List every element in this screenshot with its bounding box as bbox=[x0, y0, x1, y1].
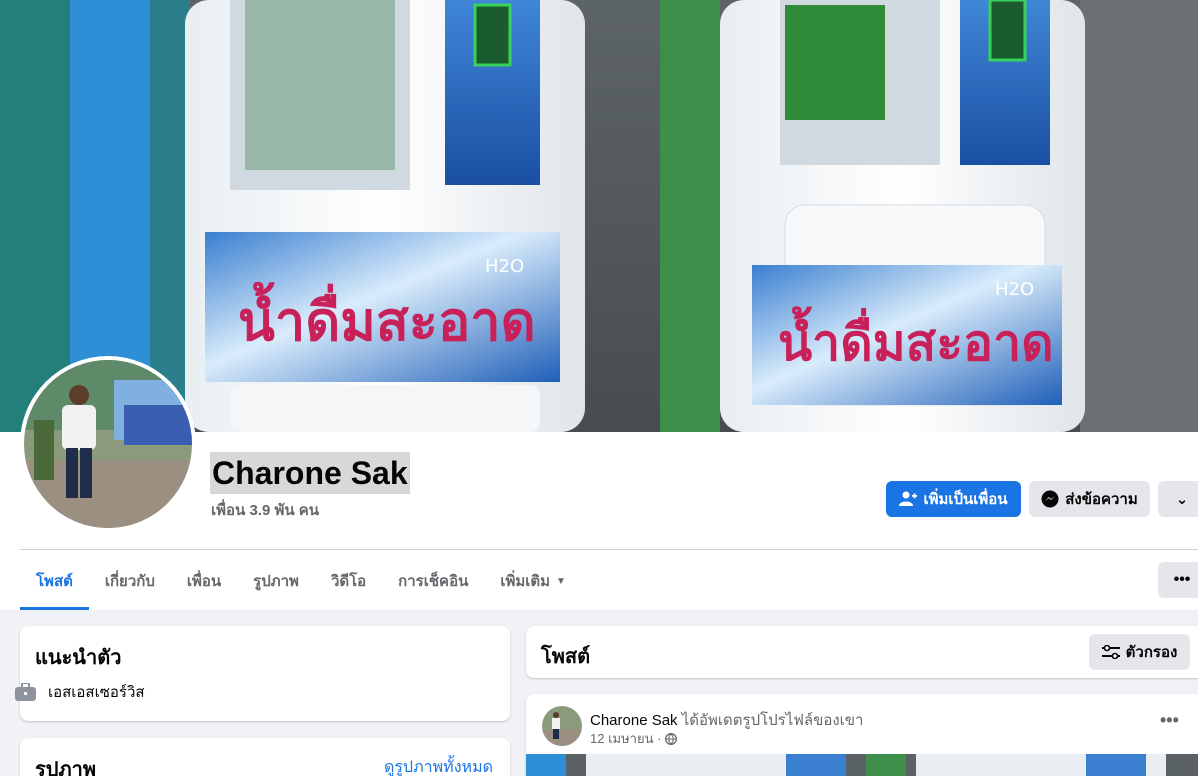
profile-more-button[interactable]: ⌄ bbox=[1158, 481, 1198, 517]
tab-about[interactable]: เกี่ยวกับ bbox=[89, 552, 171, 610]
tab-label: เกี่ยวกับ bbox=[104, 573, 155, 590]
tabs-more-button[interactable]: ••• bbox=[1158, 562, 1198, 598]
tab-photos[interactable]: รูปภาพ bbox=[237, 552, 315, 610]
globe-icon bbox=[665, 732, 678, 745]
tab-label: โพสต์ bbox=[36, 573, 73, 590]
tab-label: รูปภาพ bbox=[253, 573, 299, 590]
profile-tabs: โพสต์ เกี่ยวกับ เพื่อน รูปภาพ วิดีโอ การ… bbox=[20, 552, 582, 610]
post-meta: 12 เมษายน · bbox=[590, 728, 678, 749]
tab-label: วิดีโอ bbox=[330, 573, 367, 590]
tab-friends[interactable]: เพื่อน bbox=[171, 552, 237, 610]
tab-posts[interactable]: โพสต์ bbox=[20, 552, 89, 610]
add-friend-icon bbox=[899, 491, 918, 506]
add-friend-button[interactable]: เพิ่มเป็นเพื่อน bbox=[886, 481, 1021, 517]
briefcase-icon bbox=[15, 683, 36, 701]
tab-label: การเช็คอิน bbox=[398, 573, 469, 590]
tab-more[interactable]: เพิ่มเติม ▼ bbox=[484, 552, 582, 610]
add-friend-label: เพิ่มเป็นเพื่อน bbox=[923, 491, 1008, 508]
profile-avatar[interactable] bbox=[20, 356, 196, 532]
intro-title: แนะนำตัว bbox=[35, 647, 122, 669]
chevron-down-icon: ⌄ bbox=[1175, 491, 1189, 508]
more-dots-icon: ••• bbox=[1173, 571, 1191, 588]
filter-label: ตัวกรอง bbox=[1125, 644, 1178, 661]
cover-sign-text-left: น้ำดื่มสะอาด bbox=[238, 282, 536, 353]
post-author-name[interactable]: Charone Sak bbox=[590, 712, 678, 729]
tab-label: เพิ่มเติม bbox=[500, 573, 551, 590]
cover-sign-text-right: น้ำดื่มสะอาด bbox=[778, 306, 1054, 372]
messenger-icon bbox=[1041, 490, 1059, 508]
photos-card: รูปภาพ ดูรูปภาพทั้งหมด bbox=[20, 738, 510, 776]
svg-text:H2O: H2O bbox=[995, 279, 1034, 300]
tab-checkins[interactable]: การเช็คอิน bbox=[382, 552, 484, 610]
svg-text:H2O: H2O bbox=[485, 256, 524, 277]
filter-button[interactable]: ตัวกรอง bbox=[1089, 634, 1190, 670]
tab-videos[interactable]: วิดีโอ bbox=[315, 552, 382, 610]
caret-down-icon: ▼ bbox=[556, 575, 566, 587]
intro-work-row: เอสเอสเซอร์วิส bbox=[15, 680, 145, 704]
post-card: Charone Sak ได้อัพเดตรูปโปรไฟล์ของเขา 12… bbox=[526, 694, 1198, 776]
posts-title: โพสต์ bbox=[541, 646, 591, 668]
post-image[interactable] bbox=[526, 754, 1198, 776]
cover-photo[interactable]: น้ำดื่มสะอาด H2O น้ำดื่มสะอาด H2O bbox=[0, 0, 1198, 432]
header-divider bbox=[20, 549, 1198, 550]
post-date[interactable]: 12 เมษายน · bbox=[590, 728, 661, 749]
post-menu-button[interactable]: ••• bbox=[1160, 710, 1179, 731]
filter-icon bbox=[1101, 645, 1120, 659]
tab-label: เพื่อน bbox=[186, 573, 222, 590]
post-action-text: ได้อัพเดตรูปโปรไฟล์ของเขา bbox=[681, 712, 864, 729]
post-author-avatar[interactable] bbox=[542, 706, 582, 746]
friends-count[interactable]: เพื่อน 3.9 พัน คน bbox=[211, 498, 319, 522]
message-label: ส่งข้อความ bbox=[1065, 491, 1138, 508]
more-dots-icon: ••• bbox=[1160, 710, 1179, 730]
posts-header-card: โพสต์ ตัวกรอง bbox=[526, 626, 1198, 678]
intro-card: แนะนำตัว bbox=[20, 626, 510, 721]
intro-work-text: เอสเอสเซอร์วิส bbox=[48, 684, 145, 701]
see-all-photos-link[interactable]: ดูรูปภาพทั้งหมด bbox=[384, 755, 493, 776]
profile-name: Charone Sak bbox=[210, 452, 410, 494]
message-button[interactable]: ส่งข้อความ bbox=[1029, 481, 1150, 517]
photos-title: รูปภาพ bbox=[35, 759, 97, 776]
